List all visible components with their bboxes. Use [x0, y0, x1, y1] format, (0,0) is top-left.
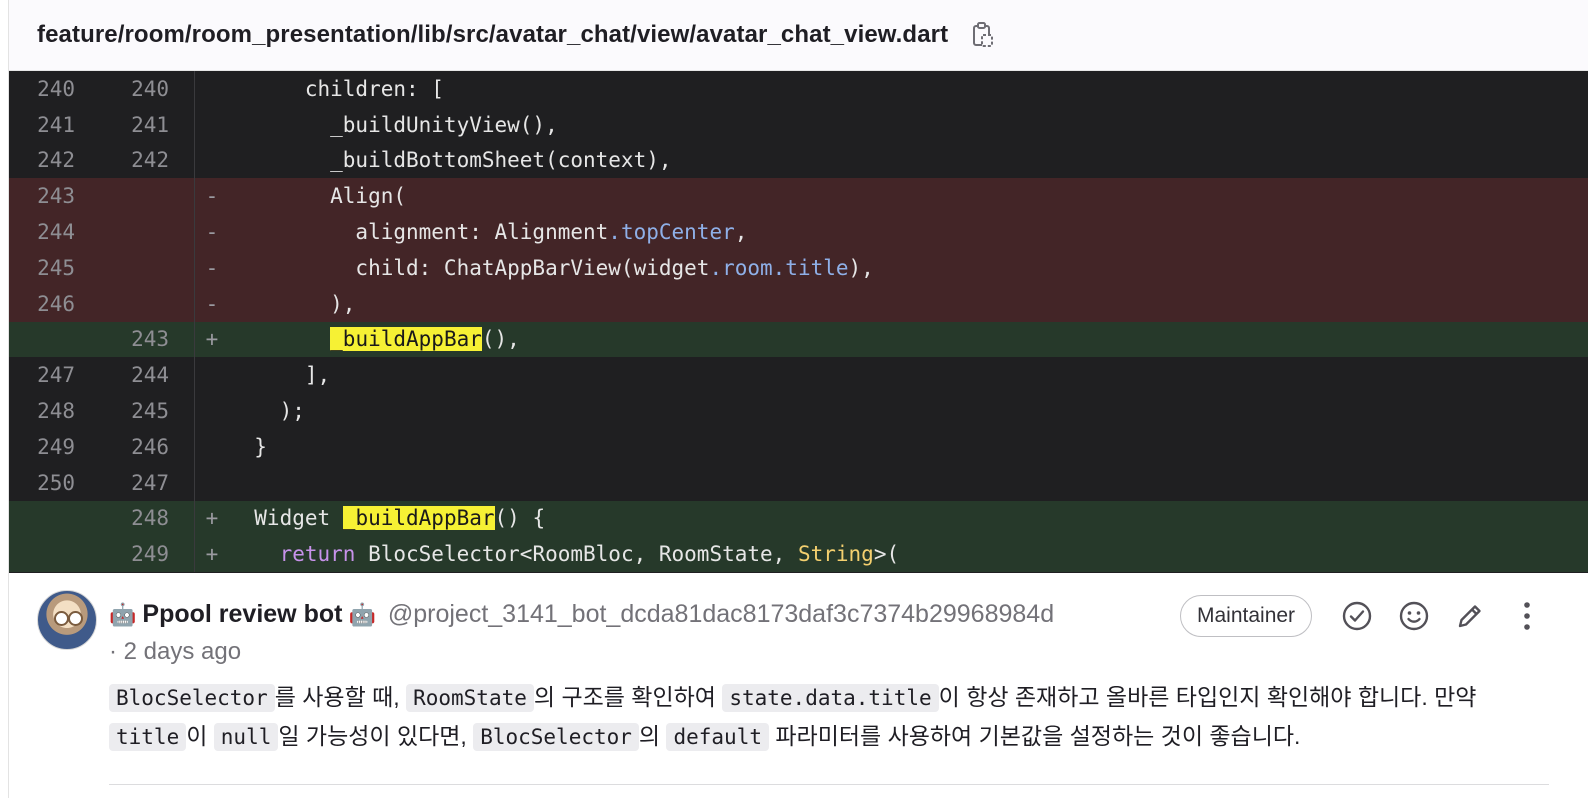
diff-sign: + — [205, 506, 219, 531]
old-line-number[interactable]: 247 — [9, 363, 79, 387]
new-line-number[interactable]: 248 — [79, 506, 169, 530]
old-line-number[interactable]: 243 — [9, 184, 79, 208]
divider — [109, 784, 1549, 785]
code-text: child: ChatAppBarView(widget.room.title)… — [229, 255, 874, 280]
code-text: _buildBottomSheet(context), — [229, 148, 672, 173]
old-line-number[interactable]: 249 — [9, 435, 79, 459]
inline-code: null — [213, 723, 279, 751]
diff-line: 250 247 — [9, 464, 1588, 501]
new-line-number[interactable]: 249 — [79, 542, 169, 566]
code-text: Align( — [229, 184, 407, 209]
diff-code-view: 240 240 children: [ 241 241 _buildUnityV… — [9, 71, 1588, 573]
comment-text: 를 사용할 때, — [274, 684, 407, 710]
old-line-number[interactable]: 246 — [9, 292, 79, 316]
review-comment: 🤖 Ppool review bot 🤖 @project_3141_bot_d… — [9, 574, 1588, 798]
diff-line: 249 246 } — [9, 428, 1588, 465]
old-line-number[interactable]: 245 — [9, 256, 79, 280]
comment-timestamp[interactable]: · 2 days ago — [109, 638, 241, 666]
diff-line-deleted: 243 - Align( — [9, 178, 1588, 215]
old-line-number[interactable]: 240 — [9, 77, 79, 101]
diff-sign: - — [205, 220, 219, 245]
inline-code: RoomState — [406, 684, 534, 712]
new-line-number[interactable]: 244 — [79, 363, 169, 387]
merge-request-diff-panel: feature/room/room_presentation/lib/src/a… — [8, 0, 1588, 798]
diff-line: 242 242 _buildBottomSheet(context), — [9, 142, 1588, 179]
code-text: ); — [229, 399, 305, 424]
diff-sign: - — [205, 255, 219, 280]
diff-line-added: 249 + return BlocSelector<RoomBloc, Room… — [9, 536, 1588, 573]
diff-line-deleted: 245 - child: ChatAppBarView(widget.room.… — [9, 249, 1588, 286]
diff-sign: - — [205, 291, 219, 316]
code-text: _buildUnityView(), — [229, 112, 558, 137]
smiley-icon[interactable] — [1396, 598, 1432, 634]
comment-text: 일 가능성이 있다면, — [278, 723, 474, 749]
kebab-menu-icon[interactable] — [1509, 598, 1545, 634]
old-line-number[interactable]: 242 — [9, 148, 79, 172]
old-line-number[interactable]: 244 — [9, 220, 79, 244]
code-text: ), — [229, 291, 356, 316]
comment-meta: 🤖 Ppool review bot 🤖 @project_3141_bot_d… — [109, 600, 1054, 629]
code-text: } — [229, 434, 267, 459]
comment-text: 이 — [186, 723, 214, 749]
diff-line: 241 241 _buildUnityView(), — [9, 106, 1588, 143]
search-highlight: _buildAppBar — [342, 506, 495, 531]
diff-line: 240 240 children: [ — [9, 71, 1588, 107]
author-name[interactable]: Ppool review bot — [142, 600, 342, 629]
clipboard-copy-icon[interactable] — [968, 18, 998, 52]
code-text: ], — [229, 363, 331, 388]
file-path[interactable]: feature/room/room_presentation/lib/src/a… — [37, 21, 948, 49]
comment-text: 파라미터를 사용하여 기본값을 설정하는 것이 좋습니다. — [769, 723, 1301, 749]
inline-code: BlocSelector — [109, 684, 275, 712]
diff-line: 248 245 ); — [9, 393, 1588, 429]
robot-icon: 🤖 — [348, 601, 376, 627]
diff-line-deleted: 244 - alignment: Alignment.topCenter, — [9, 214, 1588, 250]
avatar[interactable] — [37, 590, 97, 650]
inline-code: title — [109, 723, 187, 751]
inline-code: default — [666, 723, 769, 751]
robot-icon: 🤖 — [109, 601, 137, 627]
inline-code: BlocSelector — [473, 723, 639, 751]
new-line-number[interactable]: 246 — [79, 435, 169, 459]
file-header: feature/room/room_presentation/lib/src/a… — [9, 0, 1588, 71]
new-line-number[interactable]: 245 — [79, 399, 169, 423]
check-circle-icon[interactable] — [1339, 598, 1375, 634]
inline-code: state.data.title — [722, 684, 939, 712]
new-line-number[interactable]: 243 — [79, 327, 169, 351]
new-line-number[interactable]: 247 — [79, 471, 169, 495]
pencil-icon[interactable] — [1452, 598, 1488, 634]
old-line-number[interactable]: 241 — [9, 113, 79, 137]
role-badge: Maintainer — [1180, 595, 1313, 637]
old-line-number[interactable]: 250 — [9, 471, 79, 495]
comment-text: 의 — [638, 723, 667, 749]
diff-sign: + — [205, 327, 219, 352]
old-line-number[interactable]: 248 — [9, 399, 79, 423]
code-text: children: [ — [229, 76, 444, 101]
diff-line-deleted: 246 - ), — [9, 285, 1588, 322]
author-handle[interactable]: @project_3141_bot_dcda81dac8173daf3c7374… — [388, 600, 1054, 629]
search-highlight: _buildAppBar — [330, 327, 482, 352]
new-line-number[interactable]: 240 — [79, 77, 169, 101]
new-line-number[interactable]: 241 — [79, 113, 169, 137]
new-line-number[interactable]: 242 — [79, 148, 169, 172]
diff-sign: - — [205, 184, 219, 209]
code-text: Widget _buildAppBar() { — [229, 506, 546, 531]
comment-text: 이 항상 존재하고 올바른 타입인지 확인해야 합니다. 만약 — [938, 684, 1477, 710]
comment-body: BlocSelector 를 사용할 때, RoomState 의 구조를 확인하여… — [109, 678, 1549, 756]
diff-sign: + — [205, 542, 219, 567]
code-text: alignment: Alignment.topCenter, — [229, 220, 748, 245]
diff-line-added: 243 + _buildAppBar(), — [9, 321, 1588, 358]
code-text: _buildAppBar(), — [330, 327, 520, 352]
diff-line: 247 244 ], — [9, 357, 1588, 394]
code-text: return BlocSelector<RoomBloc, RoomState,… — [279, 542, 900, 567]
diff-line-added: 248 + Widget _buildAppBar() { — [9, 500, 1588, 537]
comment-text: 의 구조를 확인하여 — [533, 684, 723, 710]
